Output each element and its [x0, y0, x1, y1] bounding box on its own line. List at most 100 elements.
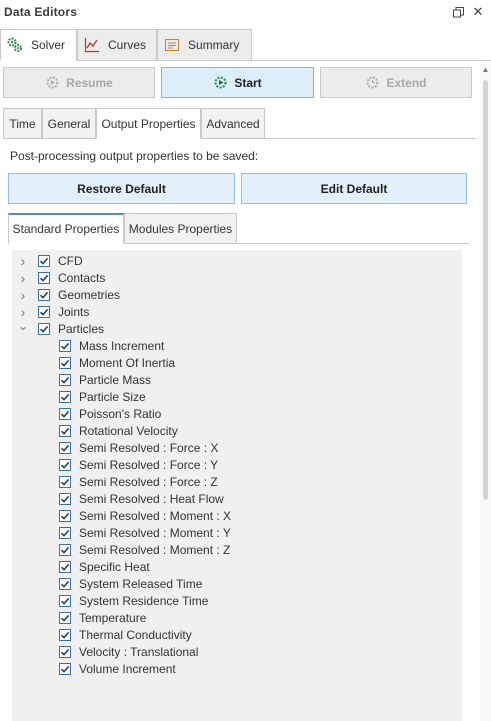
gears-icon [7, 37, 22, 52]
checkbox[interactable] [59, 577, 71, 590]
tab-general[interactable]: General [42, 108, 96, 139]
tab-label: Time [9, 116, 36, 131]
tab-solver[interactable]: Solver [0, 29, 77, 61]
tab-label: Curves [108, 38, 147, 52]
extend-button[interactable]: Extend [320, 67, 472, 98]
tree-group-row[interactable]: › CFD [18, 252, 83, 269]
checkbox[interactable] [59, 458, 71, 471]
tree-item-row[interactable]: Semi Resolved : Force : X [59, 439, 218, 456]
checkbox[interactable] [59, 475, 71, 488]
checkbox[interactable] [38, 305, 50, 318]
tree-item-label: Volume Increment [79, 661, 176, 676]
checkbox[interactable] [59, 543, 71, 556]
scrollbar-thumb[interactable] [483, 80, 488, 500]
panel-title: Data Editors [4, 5, 78, 19]
checkbox[interactable] [59, 560, 71, 573]
checkbox[interactable] [38, 288, 50, 301]
tree-item-label: Semi Resolved : Force : Z [79, 474, 218, 489]
document-icon [165, 39, 179, 51]
chevron-down-icon[interactable]: ⌄ [18, 317, 28, 334]
tree-item-label: Mass Increment [79, 338, 165, 353]
tree-group-row[interactable]: › Geometries [18, 286, 120, 303]
tree-item-row[interactable]: Velocity : Translational [59, 643, 198, 660]
checkbox[interactable] [59, 611, 71, 624]
tab-modules-properties[interactable]: Modules Properties [124, 213, 237, 244]
checkbox[interactable] [38, 254, 50, 267]
tab-advanced[interactable]: Advanced [201, 108, 265, 139]
tree-group-row[interactable]: ⌄ Particles [18, 317, 104, 337]
vertical-scrollbar[interactable]: ▲ [480, 62, 491, 721]
resume-button[interactable]: Resume [3, 67, 155, 98]
tab-label: Advanced [206, 116, 260, 131]
tab-label: Solver [31, 38, 66, 52]
checkbox[interactable] [59, 526, 71, 539]
tab-label: Standard Properties [12, 222, 120, 236]
tree-item-row[interactable]: System Released Time [59, 575, 202, 592]
tree-item-label: Velocity : Translational [79, 644, 199, 659]
tree-item-row[interactable]: Semi Resolved : Moment : Z [59, 541, 230, 558]
chevron-right-icon[interactable]: › [18, 252, 28, 269]
tab-summary[interactable]: Summary [157, 29, 252, 61]
tree-item-row[interactable]: Volume Increment [59, 660, 176, 677]
tab-time[interactable]: Time [3, 108, 42, 139]
tree-item-row[interactable]: Mass Increment [59, 337, 164, 354]
tab-curves[interactable]: Curves [77, 29, 157, 61]
tree-item-row[interactable]: Semi Resolved : Moment : Y [59, 524, 231, 541]
close-icon[interactable]: ✕ [470, 4, 486, 20]
checkbox[interactable] [59, 492, 71, 505]
tree-item-label: Semi Resolved : Moment : Y [79, 525, 231, 540]
tree-item-label: Moment Of Inertia [79, 355, 176, 370]
tree-item-row[interactable]: Moment Of Inertia [59, 354, 175, 371]
edit-default-button[interactable]: Edit Default [241, 173, 467, 204]
checkbox[interactable] [59, 628, 71, 641]
tab-standard-properties[interactable]: Standard Properties [8, 213, 124, 244]
checkbox[interactable] [59, 509, 71, 522]
tree-group-row[interactable]: › Joints [18, 303, 90, 320]
checkbox[interactable] [38, 322, 50, 335]
tree-item-row[interactable]: Temperature [59, 609, 146, 626]
button-label: Edit Default [320, 181, 388, 196]
tree-item-row[interactable]: Semi Resolved : Force : Z [59, 473, 218, 490]
checkbox[interactable] [59, 356, 71, 369]
checkbox[interactable] [59, 390, 71, 403]
tree-item-row[interactable]: System Residence Time [59, 592, 208, 609]
checkbox[interactable] [59, 424, 71, 437]
gear-play-icon [214, 76, 227, 89]
tab-label: Summary [188, 38, 240, 52]
gear-clock-icon [366, 76, 379, 89]
tree-item-row[interactable]: Particle Mass [59, 371, 151, 388]
tree-item-row[interactable]: Specific Heat [59, 558, 150, 575]
tree-item-row[interactable]: Rotational Velocity [59, 422, 178, 439]
checkbox[interactable] [59, 407, 71, 420]
tree-item-row[interactable]: Semi Resolved : Moment : X [59, 507, 231, 524]
checkbox[interactable] [59, 441, 71, 454]
checkbox[interactable] [59, 339, 71, 352]
checkbox[interactable] [59, 645, 71, 658]
tree-item-row[interactable]: Thermal Conductivity [59, 626, 192, 643]
tree-item-label: Semi Resolved : Force : X [79, 440, 219, 455]
tree-group-row[interactable]: › Contacts [18, 269, 106, 286]
restore-default-button[interactable]: Restore Default [8, 173, 235, 204]
tree-item-row[interactable]: Poisson's Ratio [59, 405, 161, 422]
restore-window-icon[interactable] [450, 4, 466, 20]
chevron-right-icon[interactable]: › [18, 269, 28, 286]
tree-item-row[interactable]: Semi Resolved : Heat Flow [59, 490, 224, 507]
scroll-up-icon[interactable]: ▲ [480, 65, 491, 75]
checkbox[interactable] [59, 373, 71, 386]
tree-item-label: Thermal Conductivity [79, 627, 192, 642]
tree-item-row[interactable]: Particle Size [59, 388, 146, 405]
properties-tree: › CFD › Contacts › Geometries › Joints ⌄ Particle… [12, 250, 462, 721]
start-button[interactable]: Start [161, 67, 314, 98]
tree-item-row[interactable]: Semi Resolved : Force : Y [59, 456, 218, 473]
checkbox[interactable] [59, 594, 71, 607]
extend-label: Extend [386, 75, 427, 90]
checkbox[interactable] [38, 271, 50, 284]
tab-label: Modules Properties [128, 221, 233, 236]
checkbox[interactable] [59, 662, 71, 675]
chevron-right-icon[interactable]: › [18, 286, 28, 303]
tree-item-label: Semi Resolved : Heat Flow [79, 491, 224, 506]
tab-output-properties[interactable]: Output Properties [96, 108, 201, 139]
tab-label: General [47, 116, 91, 131]
tree-item-label: Semi Resolved : Force : Y [79, 457, 219, 472]
tree-item-label: Rotational Velocity [79, 423, 178, 438]
